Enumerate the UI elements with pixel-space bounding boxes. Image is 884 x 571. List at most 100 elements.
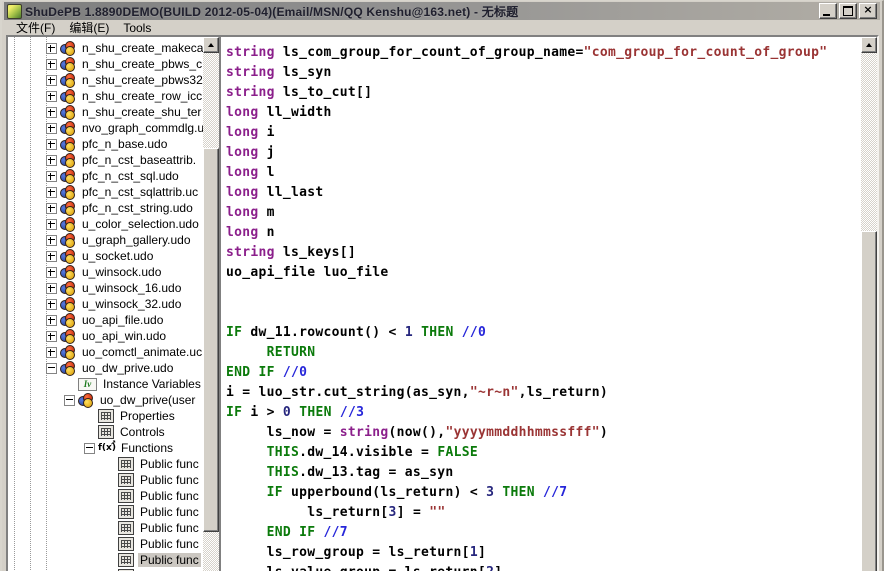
tree-item[interactable]: n_shu_create_shu_ter bbox=[8, 104, 219, 120]
datawindow-icon bbox=[118, 553, 134, 567]
tree-item-label: pfc_n_base.udo bbox=[82, 137, 168, 151]
tree-item[interactable]: u_winsock_32.udo bbox=[8, 296, 219, 312]
scroll-up-icon[interactable] bbox=[861, 37, 877, 53]
collapse-minus-icon[interactable] bbox=[64, 394, 75, 406]
maximize-button[interactable] bbox=[839, 3, 857, 19]
expand-plus-icon[interactable] bbox=[46, 266, 57, 278]
tree-item-label: Public func bbox=[140, 521, 199, 535]
tree-item[interactable]: uo_api_file.udo bbox=[8, 312, 219, 328]
tree-item[interactable]: f(x) Functions bbox=[8, 437, 219, 456]
code-line: long l bbox=[226, 165, 275, 180]
code-line: IF upperbound(ls_return) < 3 THEN //7 bbox=[266, 485, 568, 500]
expand-plus-icon[interactable] bbox=[46, 106, 57, 118]
tree-item[interactable]: uo_dw_prive(user bbox=[8, 392, 219, 408]
code-lines[interactable]: string ls_com_group_for_count_of_group_n… bbox=[221, 37, 861, 571]
datawindow-icon bbox=[118, 537, 134, 551]
tree-item[interactable]: Public func bbox=[8, 520, 219, 536]
expand-plus-icon[interactable] bbox=[46, 90, 57, 102]
tree-item[interactable]: u_winsock.udo bbox=[8, 264, 219, 280]
expand-plus-icon[interactable] bbox=[46, 74, 57, 86]
scroll-up-icon[interactable] bbox=[203, 37, 219, 53]
object-icon bbox=[60, 360, 76, 376]
expand-plus-icon[interactable] bbox=[46, 42, 57, 54]
object-icon bbox=[60, 104, 76, 120]
title-bar[interactable]: ShuDePB 1.8890DEMO(BUILD 2012-05-04)(Ema… bbox=[4, 2, 880, 20]
tree-item-label: uo_dw_prive(user bbox=[100, 393, 196, 407]
tree-item[interactable]: Public func bbox=[8, 456, 219, 472]
expand-plus-icon[interactable] bbox=[46, 154, 57, 166]
object-icon bbox=[60, 72, 76, 88]
tree-item[interactable]: Public func bbox=[8, 472, 219, 488]
code-line: IF dw_11.rowcount() < 1 THEN //0 bbox=[226, 325, 487, 340]
expand-plus-icon[interactable] bbox=[46, 138, 57, 150]
expand-plus-icon[interactable] bbox=[46, 298, 57, 310]
menu-tools[interactable]: Tools bbox=[116, 21, 158, 35]
tree-item[interactable]: pfc_n_cst_baseattrib. bbox=[8, 152, 219, 168]
expand-plus-icon[interactable] bbox=[46, 346, 57, 358]
tree-item[interactable]: n_shu_create_pbws_c bbox=[8, 56, 219, 72]
tree-item-label: uo_api_win.udo bbox=[82, 329, 167, 343]
tree-item[interactable]: u_socket.udo bbox=[8, 248, 219, 264]
tree-item[interactable]: pfc_n_cst_sql.udo bbox=[8, 168, 219, 184]
close-button[interactable]: × bbox=[859, 3, 877, 19]
datawindow-icon bbox=[118, 473, 134, 487]
window-title: ShuDePB 1.8890DEMO(BUILD 2012-05-04)(Ema… bbox=[25, 4, 519, 19]
tree-item[interactable]: n_shu_create_row_icc bbox=[8, 88, 219, 104]
tree-scrollbar[interactable] bbox=[203, 37, 219, 571]
code-scrollbar[interactable] bbox=[861, 37, 877, 571]
object-icon bbox=[60, 296, 76, 312]
object-icon bbox=[60, 344, 76, 360]
tree-item[interactable]: u_color_selection.udo bbox=[8, 216, 219, 232]
code-line: i = luo_str.cut_string(as_syn,"~r~n",ls_… bbox=[226, 385, 608, 400]
tree-item[interactable]: u_winsock_16.udo bbox=[8, 280, 219, 296]
window-controls: × bbox=[819, 3, 877, 19]
tree-item-label: Public func bbox=[140, 505, 199, 519]
tree-item[interactable]: Public func bbox=[8, 488, 219, 504]
tree-item[interactable]: Public func bbox=[8, 504, 219, 520]
tree-item[interactable]: pfc_n_cst_sqlattrib.uc bbox=[8, 184, 219, 200]
collapse-minus-icon[interactable] bbox=[46, 362, 57, 374]
object-icon bbox=[60, 216, 76, 232]
tree-item[interactable]: n_shu_create_pbws32 bbox=[8, 72, 219, 88]
code-line: uo_api_file luo_file bbox=[226, 265, 389, 280]
expand-plus-icon[interactable] bbox=[46, 202, 57, 214]
code-line: long m bbox=[226, 205, 275, 220]
tree-item-label: pfc_n_cst_sqlattrib.uc bbox=[82, 185, 199, 199]
tree-item[interactable]: Iv Instance Variables bbox=[8, 376, 219, 392]
menu-file[interactable]: 文件(F) bbox=[9, 21, 62, 35]
expand-plus-icon[interactable] bbox=[46, 186, 57, 198]
tree-item[interactable]: pfc_n_cst_string.udo bbox=[8, 200, 219, 216]
tree-item[interactable]: nvo_graph_commdlg.u bbox=[8, 120, 219, 136]
code-scrollbar-thumb[interactable] bbox=[861, 231, 877, 571]
expand-plus-icon[interactable] bbox=[46, 218, 57, 230]
tree-item[interactable]: Public func bbox=[8, 552, 219, 568]
code-line: THIS.dw_14.visible = FALSE bbox=[266, 445, 478, 460]
expand-plus-icon[interactable] bbox=[46, 250, 57, 262]
datawindow-icon bbox=[98, 409, 114, 423]
tree-item[interactable]: Public func bbox=[8, 536, 219, 552]
expand-plus-icon[interactable] bbox=[46, 330, 57, 342]
collapse-minus-icon[interactable] bbox=[84, 442, 95, 454]
tree-item[interactable]: Properties bbox=[8, 408, 219, 424]
tree-item[interactable]: n_shu_create_makeca bbox=[8, 40, 219, 56]
code-line: long n bbox=[226, 225, 275, 240]
expand-plus-icon[interactable] bbox=[46, 234, 57, 246]
tree-item[interactable]: pfc_n_base.udo bbox=[8, 136, 219, 152]
instance-variables-icon: Iv bbox=[78, 377, 97, 391]
expand-plus-icon[interactable] bbox=[46, 58, 57, 70]
tree-item[interactable]: uo_api_win.udo bbox=[8, 328, 219, 344]
tree-scrollbar-thumb[interactable] bbox=[203, 148, 219, 532]
menu-edit[interactable]: 编辑(E) bbox=[62, 21, 116, 35]
object-icon bbox=[60, 184, 76, 200]
minimize-button[interactable] bbox=[819, 3, 837, 19]
tree-item-label: Controls bbox=[120, 425, 165, 439]
expand-plus-icon[interactable] bbox=[46, 314, 57, 326]
tree-item[interactable]: uo_dw_prive.udo bbox=[8, 360, 219, 376]
tree-item[interactable]: u_graph_gallery.udo bbox=[8, 232, 219, 248]
object-icon bbox=[60, 232, 76, 248]
expand-plus-icon[interactable] bbox=[46, 122, 57, 134]
tree-item[interactable]: uo_comctl_animate.uc bbox=[8, 344, 219, 360]
expand-plus-icon[interactable] bbox=[46, 170, 57, 182]
expand-plus-icon[interactable] bbox=[46, 282, 57, 294]
